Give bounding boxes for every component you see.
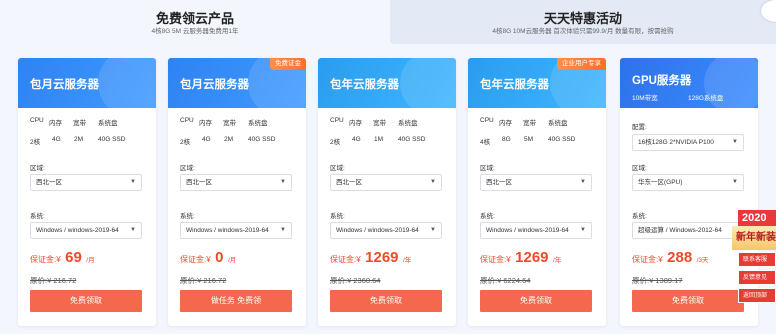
region-label: 区域: <box>330 165 345 172</box>
card-title: 包年云服务器 <box>330 79 399 91</box>
price: 保证金:¥ 288 /3天 <box>632 249 709 266</box>
card-header: GPU服务器 10M带宽 128G系统盘 <box>620 58 758 108</box>
chevron-down-icon: ▼ <box>580 227 586 233</box>
tab-daily-deal-sub: 4核8G 10M云服务器 首次体验只需99.9/月 数量有限，按需抢购 <box>492 28 674 35</box>
region-select[interactable]: 西北一区 ▼ <box>30 174 142 191</box>
config-select[interactable]: 16核128G 2*NVIDIA P100 ▼ <box>632 134 744 151</box>
chevron-down-icon: ▼ <box>430 227 436 233</box>
tab-free-cloud[interactable]: 免费领云产品 4核8G 5M 云服务器免费用1年 <box>0 0 390 44</box>
enterprise-badge: 企业用户专享 <box>557 58 606 70</box>
card-header: 包年云服务器 企业用户专享 <box>468 58 606 108</box>
chevron-down-icon: ▼ <box>130 179 136 185</box>
original-price: 原价:¥ 216.72 <box>180 276 227 285</box>
region-select[interactable]: 西北一区 ▼ <box>180 174 292 191</box>
system-select[interactable]: Windows / windows-2019-64 ▼ <box>480 222 592 239</box>
back-to-top-button[interactable]: 返回顶部 <box>738 288 776 303</box>
gpu-disk: 128G系统盘 <box>688 95 724 102</box>
tab-daily-deal-title: 天天特惠活动 <box>543 11 622 26</box>
product-card-yearly-1: 包年云服务器 CPU 内存 宽带 系统盘 2核 4G 1M 40G SSD 区域: 西北一区… <box>318 58 456 326</box>
region-select[interactable]: 西北一区 ▼ <box>330 174 442 191</box>
price: 保证金:¥ 1269 /年 <box>330 249 412 266</box>
chevron-down-icon: ▼ <box>430 179 436 185</box>
system-select[interactable]: Windows / windows-2019-64 ▼ <box>180 222 292 239</box>
original-price: 原价:¥ 1389.17 <box>632 276 683 285</box>
system-select[interactable]: 超级运算 / Windows-2012-64▼ <box>632 222 744 239</box>
price: 保证金:¥ 0 /月 <box>180 249 237 266</box>
product-card-yearly-2: 包年云服务器 企业用户专享 CPU 内存 宽带 系统盘 4核 8G 5M 40G SSD 区… <box>468 58 606 326</box>
price: 保证金:¥ 69 /月 <box>30 249 95 266</box>
product-card-monthly-1: 包月云服务器 CPU 内存 宽带 系统盘 2核 4G 2M 40G SSD 区域: 西北一区… <box>18 58 156 326</box>
config-label: 配置: <box>632 124 647 131</box>
task-claim-button[interactable]: 做任务 免费领 <box>180 290 292 312</box>
region-select[interactable]: 西北一区 ▼ <box>480 174 592 191</box>
claim-button[interactable]: 免费领取 <box>632 290 744 312</box>
region-label: 区域: <box>632 165 647 172</box>
system-label: 系统: <box>480 213 495 220</box>
region-label: 区域: <box>480 165 495 172</box>
new-year-banner[interactable]: 新年新装 <box>732 226 776 250</box>
gpu-bandwidth: 10M带宽 <box>632 95 658 102</box>
feedback-button[interactable]: 反馈意见 <box>738 270 776 285</box>
system-label: 系统: <box>180 213 195 220</box>
chevron-down-icon: ▼ <box>580 179 586 185</box>
claim-button[interactable]: 免费领取 <box>330 290 442 312</box>
system-label: 系统: <box>30 213 45 220</box>
tab-free-cloud-title: 免费领云产品 <box>155 11 234 26</box>
claim-button[interactable]: 免费领取 <box>30 290 142 312</box>
activity-tabs: 免费领云产品 4核8G 5M 云服务器免费用1年 天天特惠活动 4核8G 10M… <box>0 0 776 44</box>
region-label: 区域: <box>30 165 45 172</box>
chevron-down-icon: ▼ <box>280 179 286 185</box>
chevron-down-icon: ▼ <box>280 227 286 233</box>
card-title: 包月云服务器 <box>180 79 249 91</box>
original-price: 原价:¥ 216.72 <box>30 276 77 285</box>
free-deposit-badge: 免费证金 <box>270 58 306 70</box>
region-select[interactable]: 华东一区(GPU) ▼ <box>632 174 744 191</box>
product-card-gpu: GPU服务器 10M带宽 128G系统盘 配置: 16核128G 2*NVIDI… <box>620 58 758 326</box>
system-select[interactable]: Windows / windows-2019-64 ▼ <box>30 222 142 239</box>
chevron-down-icon: ▼ <box>732 139 738 145</box>
card-title: GPU服务器 <box>632 75 692 87</box>
chevron-down-icon: ▼ <box>732 179 738 185</box>
card-header: 包年云服务器 <box>318 58 456 108</box>
card-title: 包月云服务器 <box>30 79 99 91</box>
price: 保证金:¥ 1269 /年 <box>480 249 562 266</box>
system-label: 系统: <box>632 213 647 220</box>
card-title: 包年云服务器 <box>480 79 549 91</box>
original-price: 原价:¥ 6224.64 <box>480 276 531 285</box>
card-header: 包月云服务器 <box>18 58 156 108</box>
new-year-label: 2020 <box>738 210 776 226</box>
contact-service-button[interactable]: 联系客服 <box>738 252 776 267</box>
product-card-monthly-2: 包月云服务器 免费证金 CPU 内存 宽带 系统盘 2核 4G 2M 40G SSD 区域:… <box>168 58 306 326</box>
claim-button[interactable]: 免费领取 <box>480 290 592 312</box>
chevron-down-icon: ▼ <box>130 227 136 233</box>
system-select[interactable]: Windows / windows-2019-64 ▼ <box>330 222 442 239</box>
system-label: 系统: <box>330 213 345 220</box>
card-header: 包月云服务器 免费证金 <box>168 58 306 108</box>
tab-free-cloud-sub: 4核8G 5M 云服务器免费用1年 <box>151 28 239 35</box>
region-label: 区域: <box>180 165 195 172</box>
tab-daily-deal[interactable]: 天天特惠活动 4核8G 10M云服务器 首次体验只需99.9/月 数量有限，按需… <box>390 0 776 44</box>
original-price: 原价:¥ 2360.64 <box>330 276 381 285</box>
